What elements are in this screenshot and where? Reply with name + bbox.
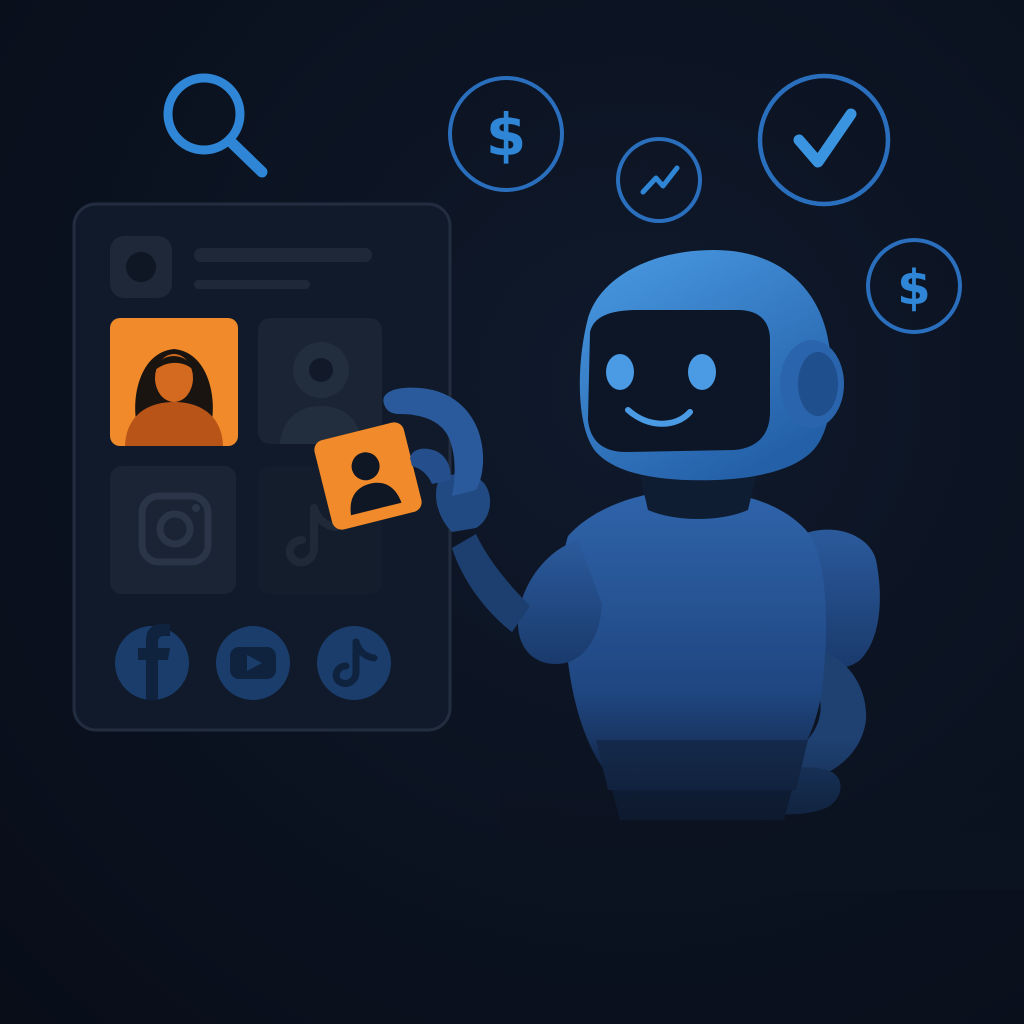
youtube-button[interactable] [216,626,290,700]
search-icon [163,73,268,178]
profile-tile-person[interactable] [258,318,382,444]
trend-check-icon [616,137,702,223]
dollar-symbol: $ [897,260,930,316]
robot-ear [780,340,844,428]
header-text-line [194,248,372,262]
profile-tile-instagram[interactable] [110,466,236,594]
dollar-coin-icon: $ [448,76,564,192]
robot-arm-left [435,473,602,664]
robot-eye [688,354,716,390]
profile-tile-woman[interactable] [110,318,238,446]
robot-head [579,250,844,481]
robot-eye [606,354,634,390]
tiktok-button[interactable] [317,626,391,700]
illustration-scene: $ $ [0,0,1024,1024]
checkmark-circle-icon [757,73,891,207]
youtube-icon [230,647,276,679]
robot-neck [640,476,756,519]
dollar-coin-icon: $ [866,238,962,334]
dollar-symbol: $ [486,101,526,169]
bottom-fade [500,740,1024,890]
header-text-line [194,280,310,289]
